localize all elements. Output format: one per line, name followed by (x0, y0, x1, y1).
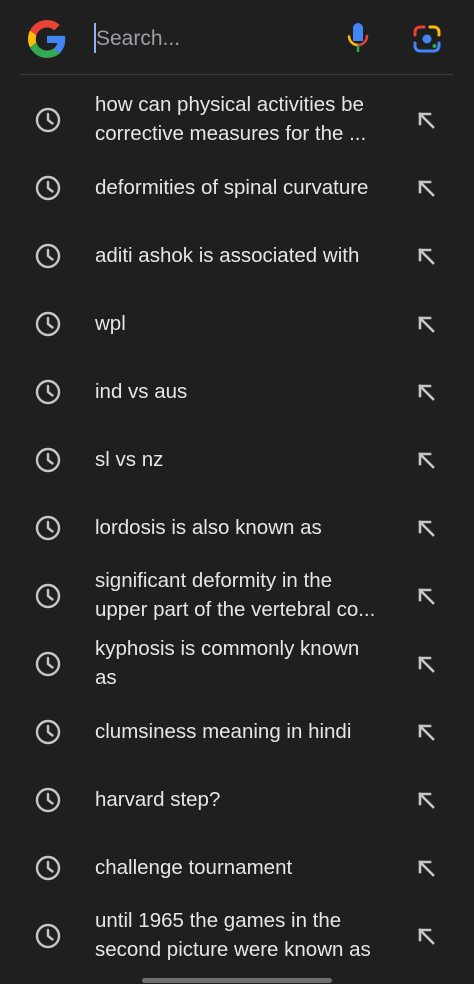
history-clock-icon (34, 922, 62, 950)
fill-query-arrow-icon[interactable] (414, 380, 438, 404)
history-item[interactable]: significant deformity in the upper part o… (0, 560, 474, 628)
google-logo-icon (28, 20, 66, 58)
fill-query-arrow-icon[interactable] (414, 176, 438, 200)
history-item[interactable]: until 1965 the games in the second pictur… (0, 900, 474, 968)
history-item[interactable]: harvard step? (0, 764, 474, 832)
fill-query-arrow-icon[interactable] (414, 788, 438, 812)
fill-query-arrow-icon[interactable] (414, 312, 438, 336)
history-clock-icon (34, 854, 62, 882)
history-query-text: aditi ashok is associated with (95, 241, 405, 270)
fill-query-arrow-icon[interactable] (414, 652, 438, 676)
history-query-text: challenge tournament (95, 853, 405, 882)
history-item[interactable]: deformities of spinal curvature (0, 152, 474, 220)
google-lens-icon[interactable] (412, 24, 442, 54)
fill-query-arrow-icon[interactable] (414, 584, 438, 608)
fill-query-arrow-icon[interactable] (414, 924, 438, 948)
history-item[interactable]: wpl (0, 288, 474, 356)
history-query-line: until 1965 the games in the (95, 909, 342, 932)
history-item[interactable]: challenge tournament (0, 832, 474, 900)
history-clock-icon (34, 106, 62, 134)
history-query-text: ind vs aus (95, 377, 405, 406)
fill-query-arrow-icon[interactable] (414, 244, 438, 268)
history-query-line: aditi ashok is associated with (95, 244, 360, 267)
history-query-line: wpl (95, 312, 126, 335)
history-query-line: as (95, 666, 117, 689)
history-query-text: significant deformity in the upper part o… (95, 566, 405, 624)
history-clock-icon (34, 174, 62, 202)
fill-query-arrow-icon[interactable] (414, 516, 438, 540)
history-clock-icon (34, 242, 62, 270)
search-bar[interactable] (0, 0, 474, 76)
history-item[interactable]: aditi ashok is associated with (0, 220, 474, 288)
history-item[interactable]: how can physical activities be corrective… (0, 84, 474, 152)
history-clock-icon (34, 786, 62, 814)
history-clock-icon (34, 310, 62, 338)
fill-query-arrow-icon[interactable] (414, 856, 438, 880)
search-divider (20, 74, 453, 75)
history-query-line: how can physical activities be (95, 93, 364, 116)
history-item[interactable]: ind vs aus (0, 356, 474, 424)
history-item[interactable]: kyphosis is commonly known as (0, 628, 474, 696)
history-query-line: deformities of spinal curvature (95, 176, 369, 199)
history-query-text: wpl (95, 309, 405, 338)
history-item[interactable]: sl vs nz (0, 424, 474, 492)
search-input[interactable] (92, 22, 336, 56)
history-clock-icon (34, 378, 62, 406)
home-indicator[interactable] (142, 978, 332, 983)
history-query-text: deformities of spinal curvature (95, 173, 405, 202)
history-query-text: until 1965 the games in the second pictur… (95, 906, 405, 964)
history-item[interactable]: lordosis is also known as (0, 492, 474, 560)
microphone-icon[interactable] (346, 22, 370, 54)
history-query-line: corrective measures for the ... (95, 122, 367, 145)
history-query-line: harvard step? (95, 788, 221, 811)
history-query-text: sl vs nz (95, 445, 405, 474)
history-clock-icon (34, 582, 62, 610)
history-query-text: clumsiness meaning in hindi (95, 717, 405, 746)
history-query-text: lordosis is also known as (95, 513, 405, 542)
history-clock-icon (34, 514, 62, 542)
history-query-line: ind vs aus (95, 380, 188, 403)
history-clock-icon (34, 718, 62, 746)
history-query-line: kyphosis is commonly known (95, 637, 360, 660)
history-query-line: second picture were known as (95, 938, 371, 961)
history-query-line: significant deformity in the (95, 569, 333, 592)
fill-query-arrow-icon[interactable] (414, 720, 438, 744)
history-query-text: how can physical activities be corrective… (95, 90, 405, 148)
history-query-text: harvard step? (95, 785, 405, 814)
history-query-line: upper part of the vertebral co... (95, 598, 376, 621)
history-query-line: clumsiness meaning in hindi (95, 720, 352, 743)
history-item[interactable]: clumsiness meaning in hindi (0, 696, 474, 764)
fill-query-arrow-icon[interactable] (414, 108, 438, 132)
history-query-text: kyphosis is commonly known as (95, 634, 405, 692)
history-query-line: sl vs nz (95, 448, 164, 471)
history-clock-icon (34, 446, 62, 474)
history-query-line: challenge tournament (95, 856, 293, 879)
text-caret (94, 23, 96, 53)
history-clock-icon (34, 650, 62, 678)
history-query-line: lordosis is also known as (95, 516, 322, 539)
fill-query-arrow-icon[interactable] (414, 448, 438, 472)
